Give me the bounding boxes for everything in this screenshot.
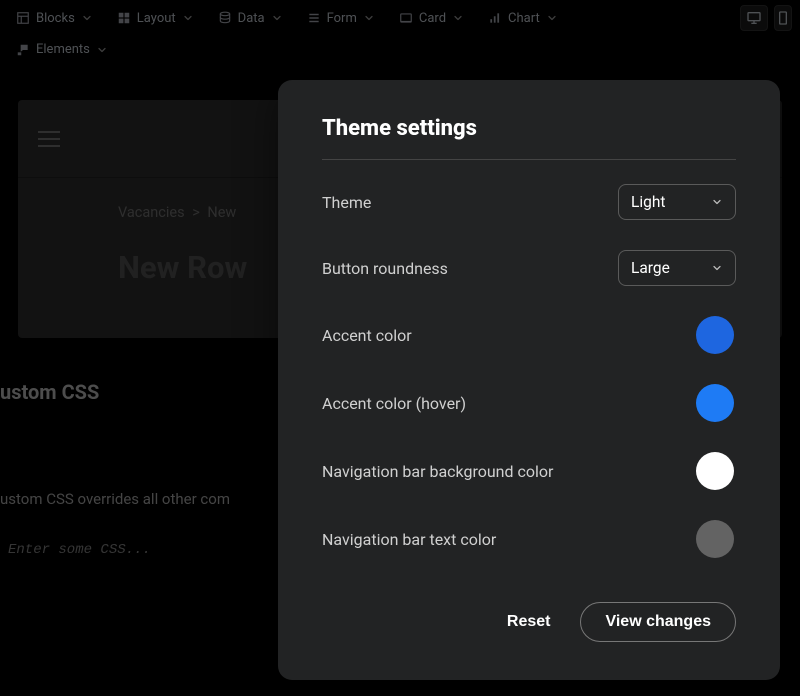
chevron-down-icon (271, 12, 283, 24)
accent-hover-label: Accent color (hover) (322, 394, 466, 413)
toolbar-item-card[interactable]: Card (391, 7, 472, 30)
roundness-select[interactable]: Large (618, 250, 736, 286)
elements-icon (16, 43, 30, 57)
mobile-preview-button[interactable] (774, 5, 792, 31)
nav-text-swatch[interactable] (696, 520, 734, 558)
toolbar-item-blocks[interactable]: Blocks (8, 7, 101, 30)
chevron-down-icon (452, 12, 464, 24)
theme-select[interactable]: Light (618, 184, 736, 220)
toolbar-chart-label: Chart (508, 11, 540, 26)
reset-button[interactable]: Reset (507, 613, 551, 631)
hamburger-icon[interactable] (38, 131, 60, 147)
toolbar-layout-label: Layout (137, 11, 176, 26)
data-icon (218, 11, 232, 25)
nav-bg-swatch[interactable] (696, 452, 734, 490)
desktop-icon (746, 10, 762, 26)
top-toolbar: Blocks Layout Data Form Card Chart (0, 0, 800, 36)
breadcrumb-part-2[interactable]: New (207, 204, 236, 221)
toolbar-blocks-label: Blocks (36, 11, 75, 26)
toolbar-form-label: Form (327, 11, 357, 26)
chevron-down-icon (96, 44, 108, 56)
setting-theme: Theme Light (322, 184, 736, 220)
setting-button-roundness: Button roundness Large (322, 250, 736, 286)
accent-color-label: Accent color (322, 326, 412, 345)
view-changes-button[interactable]: View changes (580, 602, 736, 642)
chevron-down-icon (363, 12, 375, 24)
toolbar-item-chart[interactable]: Chart (480, 7, 566, 30)
toolbar-elements-label: Elements (36, 42, 90, 57)
form-icon (307, 11, 321, 25)
breadcrumb-sep: > (188, 204, 204, 221)
desktop-preview-button[interactable] (740, 5, 768, 31)
modal-actions: Reset View changes (322, 602, 736, 642)
accent-color-swatch[interactable] (696, 316, 734, 354)
setting-nav-text: Navigation bar text color (322, 520, 736, 558)
breadcrumb-part-1[interactable]: Vacancies (118, 204, 185, 221)
roundness-label: Button roundness (322, 259, 448, 278)
layout-icon (117, 11, 131, 25)
toolbar-data-label: Data (238, 11, 265, 26)
chevron-down-icon (81, 12, 93, 24)
modal-divider (322, 159, 736, 160)
chevron-down-icon (711, 262, 723, 274)
card-icon (399, 11, 413, 25)
roundness-select-value: Large (631, 259, 670, 277)
modal-title: Theme settings (322, 116, 736, 141)
theme-label: Theme (322, 193, 371, 212)
chart-icon (488, 11, 502, 25)
toolbar-item-elements[interactable]: Elements (8, 38, 116, 61)
toolbar-item-data[interactable]: Data (210, 7, 291, 30)
setting-accent-hover: Accent color (hover) (322, 384, 736, 422)
nav-bg-label: Navigation bar background color (322, 462, 553, 481)
chevron-down-icon (546, 12, 558, 24)
setting-accent-color: Accent color (322, 316, 736, 354)
theme-settings-modal: Theme settings Theme Light Button roundn… (278, 80, 780, 680)
blocks-icon (16, 11, 30, 25)
toolbar-item-layout[interactable]: Layout (109, 7, 202, 30)
toolbar-item-form[interactable]: Form (299, 7, 383, 30)
toolbar-row-2: Elements (0, 36, 800, 67)
accent-hover-swatch[interactable] (696, 384, 734, 422)
chevron-down-icon (711, 196, 723, 208)
setting-nav-bg: Navigation bar background color (322, 452, 736, 490)
theme-select-value: Light (631, 193, 665, 211)
custom-css-subtitle: ustom CSS overrides all other com (0, 490, 230, 508)
chevron-down-icon (182, 12, 194, 24)
mobile-icon (775, 10, 791, 26)
toolbar-card-label: Card (419, 11, 446, 26)
nav-text-label: Navigation bar text color (322, 530, 496, 549)
custom-css-title: ustom CSS (0, 380, 99, 404)
